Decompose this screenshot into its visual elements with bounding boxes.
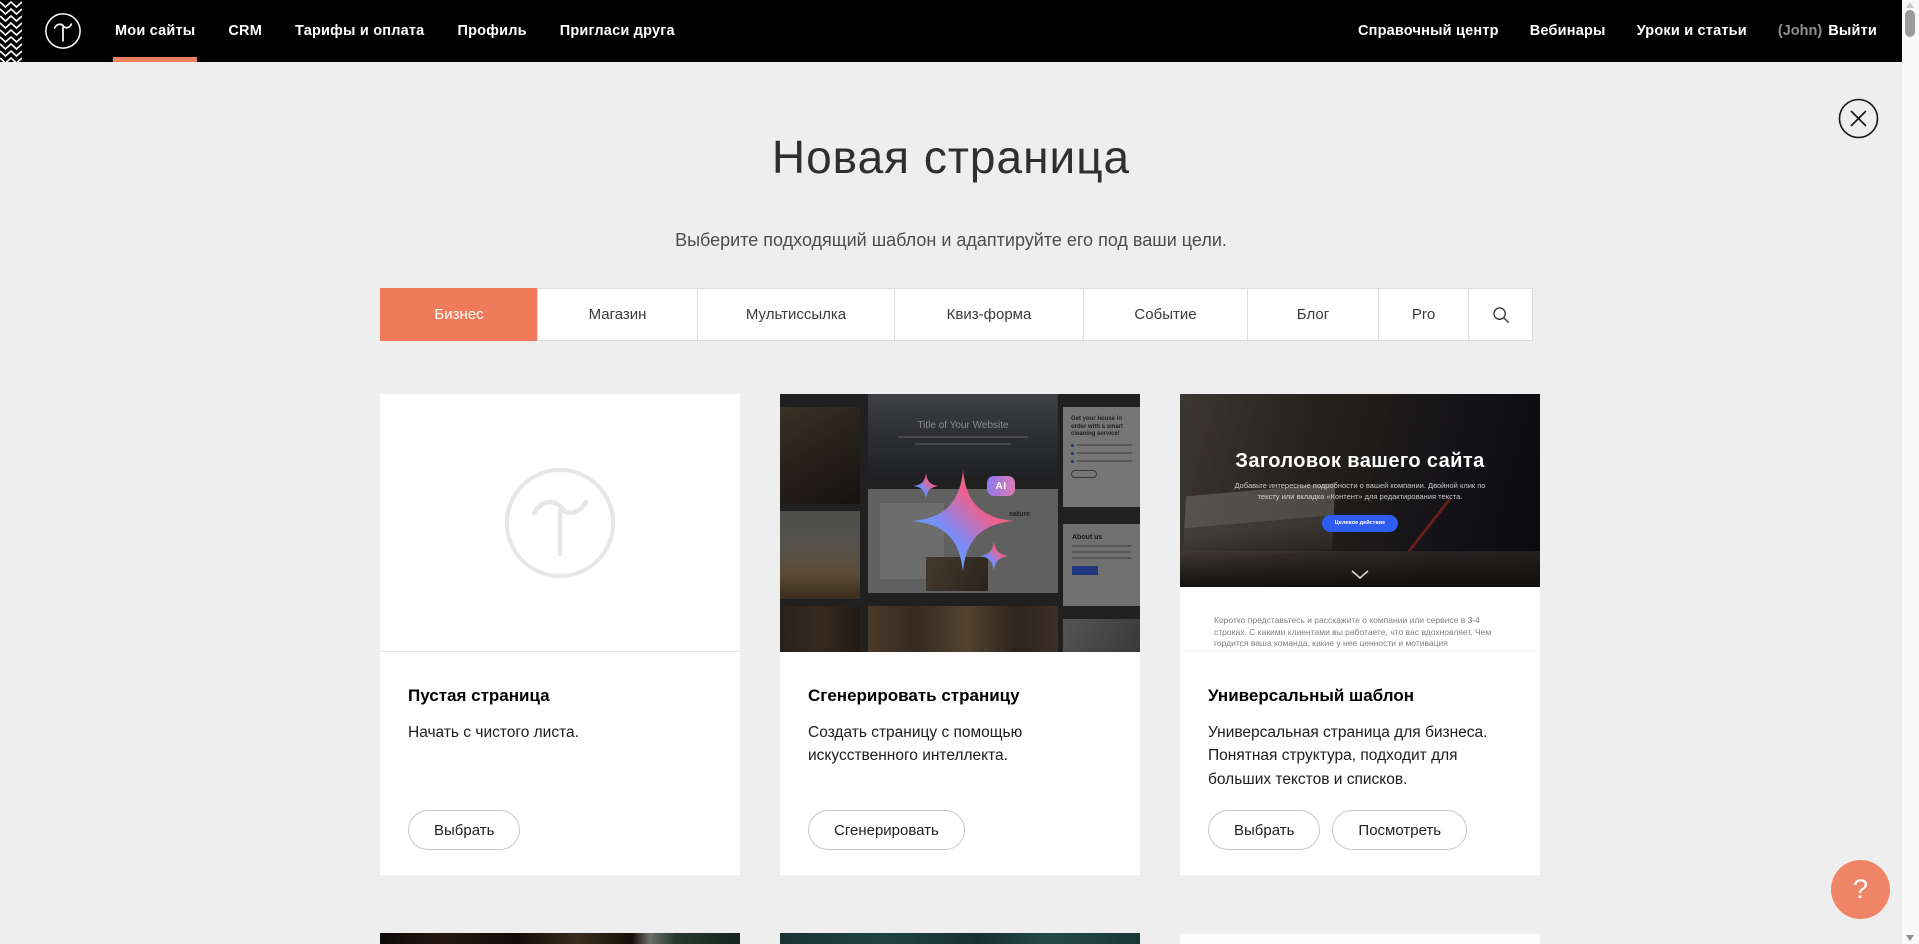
template-card-partial[interactable] xyxy=(380,933,740,944)
ai-sparkles-icon xyxy=(780,394,1140,652)
tab-label: Мультиссылка xyxy=(746,306,846,323)
card-actions: Выбрать Посмотреть xyxy=(1208,810,1467,850)
scrollbar-thumb[interactable] xyxy=(1905,10,1915,37)
card-body: Пустая страница Начать с чистого листа. … xyxy=(380,652,740,875)
tab-event[interactable]: Событие xyxy=(1083,288,1248,341)
template-card-partial[interactable] xyxy=(780,933,1140,944)
card-description: Создать страницу с помощью искусственног… xyxy=(808,721,1098,768)
card-title: Пустая страница xyxy=(408,686,712,706)
screen: Мои сайты CRM Тарифы и оплата Профиль Пр… xyxy=(0,0,1919,944)
card-body: Универсальный шаблон Универсальная стран… xyxy=(1180,652,1540,875)
tab-label: Блог xyxy=(1297,306,1329,323)
drag-pattern-icon xyxy=(0,0,22,62)
tab-label: Pro xyxy=(1412,306,1435,323)
universal-template-preview[interactable]: Заголовок вашего сайта Добавьте интересн… xyxy=(1180,394,1540,652)
navbar-right: Справочный центр Вебинары Уроки и статьи… xyxy=(1358,0,1877,62)
help-button[interactable]: ? xyxy=(1831,860,1890,919)
nav-item-label: Справочный центр xyxy=(1358,23,1499,39)
card-actions: Сгенерировать xyxy=(808,810,965,850)
user-name: (John) xyxy=(1778,23,1822,39)
page-subtitle: Выберите подходящий шаблон и адаптируйте… xyxy=(0,230,1902,251)
nav-item-help-center[interactable]: Справочный центр xyxy=(1358,0,1499,62)
template-cta-button: Целевое действие xyxy=(1322,515,1398,532)
nav-item-invite-friend[interactable]: Пригласи друга xyxy=(560,0,675,62)
nav-item-label: Уроки и статьи xyxy=(1637,23,1747,39)
tab-label: Квиз-форма xyxy=(947,306,1032,323)
card-actions: Выбрать xyxy=(408,810,520,850)
tab-blog[interactable]: Блог xyxy=(1247,288,1379,341)
scrollbar[interactable] xyxy=(1902,0,1919,944)
templates-grid-row2 xyxy=(380,933,1540,944)
generate-button[interactable]: Сгенерировать xyxy=(808,810,965,850)
template-card-partial[interactable] xyxy=(1180,933,1540,944)
card-title: Сгенерировать страницу xyxy=(808,686,1112,706)
nav-item-label: Тарифы и оплата xyxy=(295,23,424,39)
tab-shop[interactable]: Магазин xyxy=(537,288,698,341)
template-hero-subtitle: Добавьте интересные подробности о вашей … xyxy=(1230,480,1490,503)
nav-item-label: Пригласи друга xyxy=(560,23,675,39)
template-text-section: Коротко представьтесь и расскажите о ком… xyxy=(1180,587,1540,652)
logout-link[interactable]: Выйти xyxy=(1828,0,1877,62)
tab-multilink[interactable]: Мультиссылка xyxy=(697,288,895,341)
template-card-blank: Пустая страница Начать с чистого листа. … xyxy=(380,394,740,875)
nav-item-crm[interactable]: CRM xyxy=(228,0,262,62)
nav-item-label: CRM xyxy=(228,23,262,39)
tab-label: Бизнес xyxy=(434,306,483,323)
blank-template-preview[interactable] xyxy=(380,394,740,652)
tab-label: Событие xyxy=(1134,306,1196,323)
template-card-ai-generate: Title of Your Website eature Get your ho… xyxy=(780,394,1140,875)
nav-item-tariffs[interactable]: Тарифы и оплата xyxy=(295,0,424,62)
card-body: Сгенерировать страницу Создать страницу … xyxy=(780,652,1140,875)
scrollbar-up-arrow[interactable] xyxy=(1906,2,1914,8)
ai-badge: AI xyxy=(987,476,1015,496)
template-hero: Заголовок вашего сайта Добавьте интересн… xyxy=(1180,394,1540,587)
nav-item-profile[interactable]: Профиль xyxy=(457,0,526,62)
card-title: Универсальный шаблон xyxy=(1208,686,1512,706)
nav-item-label: Мои сайты xyxy=(115,23,195,39)
tilda-logo-icon[interactable] xyxy=(44,12,82,50)
tab-business[interactable]: Бизнес xyxy=(380,288,538,341)
top-navbar: Мои сайты CRM Тарифы и оплата Профиль Пр… xyxy=(0,0,1902,62)
scrollbar-down-arrow[interactable] xyxy=(1906,935,1914,941)
template-body-text: Коротко представьтесь и расскажите о ком… xyxy=(1214,615,1506,650)
tab-search-button[interactable] xyxy=(1468,288,1533,341)
ai-template-preview[interactable]: Title of Your Website eature Get your ho… xyxy=(780,394,1140,652)
template-card-universal: Заголовок вашего сайта Добавьте интересн… xyxy=(1180,394,1540,875)
navbar-left: Мои сайты CRM Тарифы и оплата Профиль Пр… xyxy=(0,0,675,62)
choose-button[interactable]: Выбрать xyxy=(1208,810,1320,850)
card-description: Универсальная страница для бизнеса. Поня… xyxy=(1208,721,1498,791)
user-account: (John) Выйти xyxy=(1778,0,1877,62)
nav-item-lessons[interactable]: Уроки и статьи xyxy=(1637,0,1747,62)
tab-quiz-form[interactable]: Квиз-форма xyxy=(894,288,1084,341)
chevron-down-icon xyxy=(1351,570,1369,579)
template-hero-title: Заголовок вашего сайта xyxy=(1180,450,1540,473)
choose-button[interactable]: Выбрать xyxy=(408,810,520,850)
tab-pro[interactable]: Pro xyxy=(1378,288,1469,341)
card-description: Начать с чистого листа. xyxy=(408,721,698,744)
nav-item-label: Профиль xyxy=(457,23,526,39)
nav-item-webinars[interactable]: Вебинары xyxy=(1530,0,1606,62)
logout-label: Выйти xyxy=(1828,23,1877,39)
template-category-tabs: Бизнес Магазин Мультиссылка Квиз-форма С… xyxy=(380,288,1540,341)
tilda-watermark-icon xyxy=(501,464,619,582)
nav-item-my-sites[interactable]: Мои сайты xyxy=(115,0,195,62)
search-icon xyxy=(1492,306,1510,324)
page-title: Новая страница xyxy=(0,130,1902,184)
active-tab-underline xyxy=(113,57,197,62)
tab-label: Магазин xyxy=(589,306,647,323)
nav-item-label: Вебинары xyxy=(1530,23,1606,39)
view-button[interactable]: Посмотреть xyxy=(1332,810,1467,850)
templates-grid: Пустая страница Начать с чистого листа. … xyxy=(380,394,1540,875)
